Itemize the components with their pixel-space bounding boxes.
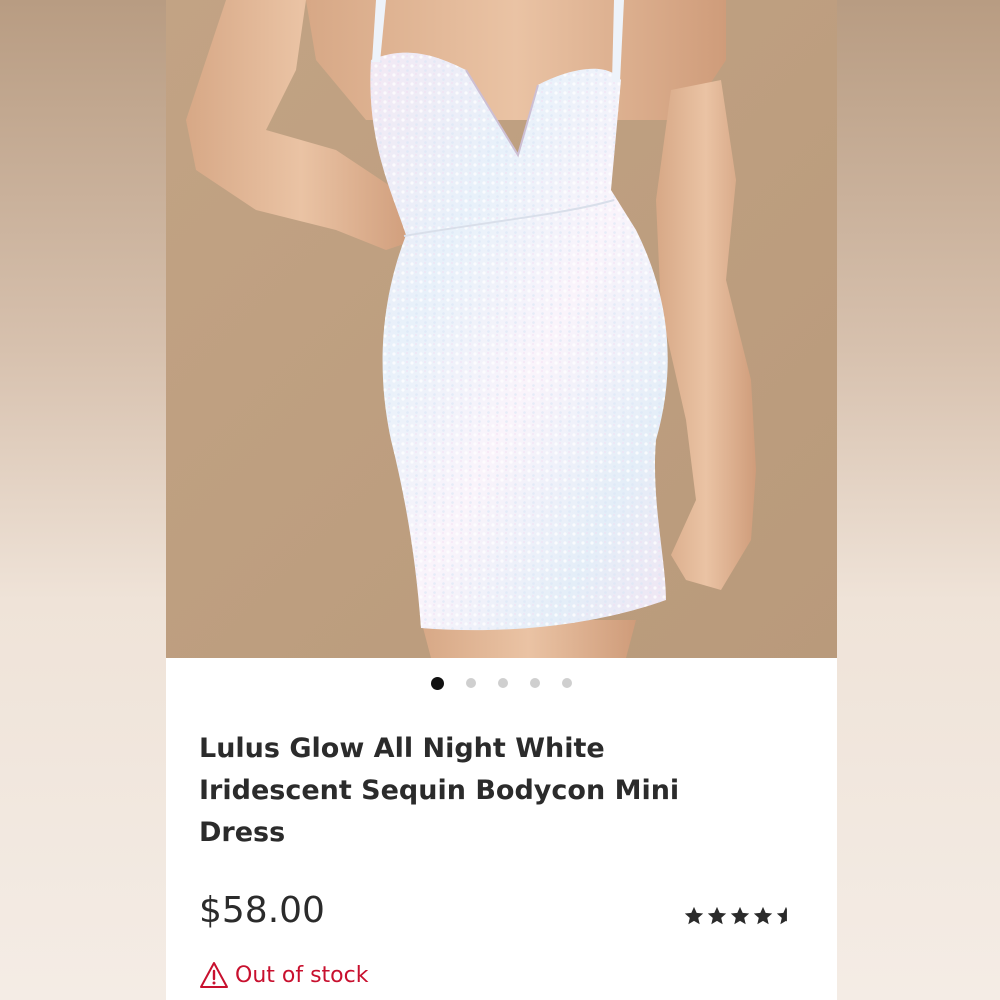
carousel-dot-1[interactable] — [431, 676, 444, 690]
stock-status: Out of stock — [199, 961, 368, 989]
half-star-icon — [776, 906, 787, 925]
star-icon — [753, 906, 773, 925]
background-blur-right — [837, 0, 1000, 1000]
carousel-dot-5[interactable] — [562, 678, 572, 688]
carousel-dot-4[interactable] — [530, 678, 540, 688]
product-title: Lulus Glow All Night White Iridescent Se… — [199, 733, 680, 848]
warning-triangle-icon — [200, 962, 228, 988]
carousel-dot-3[interactable] — [498, 678, 508, 688]
stock-status-label: Out of stock — [235, 962, 369, 988]
rating-stars[interactable] — [683, 905, 797, 927]
star-icon — [684, 906, 704, 925]
carousel-dot-2[interactable] — [466, 678, 476, 688]
image-carousel-indicator — [166, 676, 837, 690]
star-icon — [707, 906, 727, 925]
product-card: Lulus Glow All Night White Iridescent Se… — [166, 0, 837, 1000]
background-blur-left — [0, 0, 166, 1000]
star-icon — [730, 906, 750, 925]
product-price: $58.00 — [199, 890, 325, 931]
product-image[interactable] — [166, 0, 837, 658]
